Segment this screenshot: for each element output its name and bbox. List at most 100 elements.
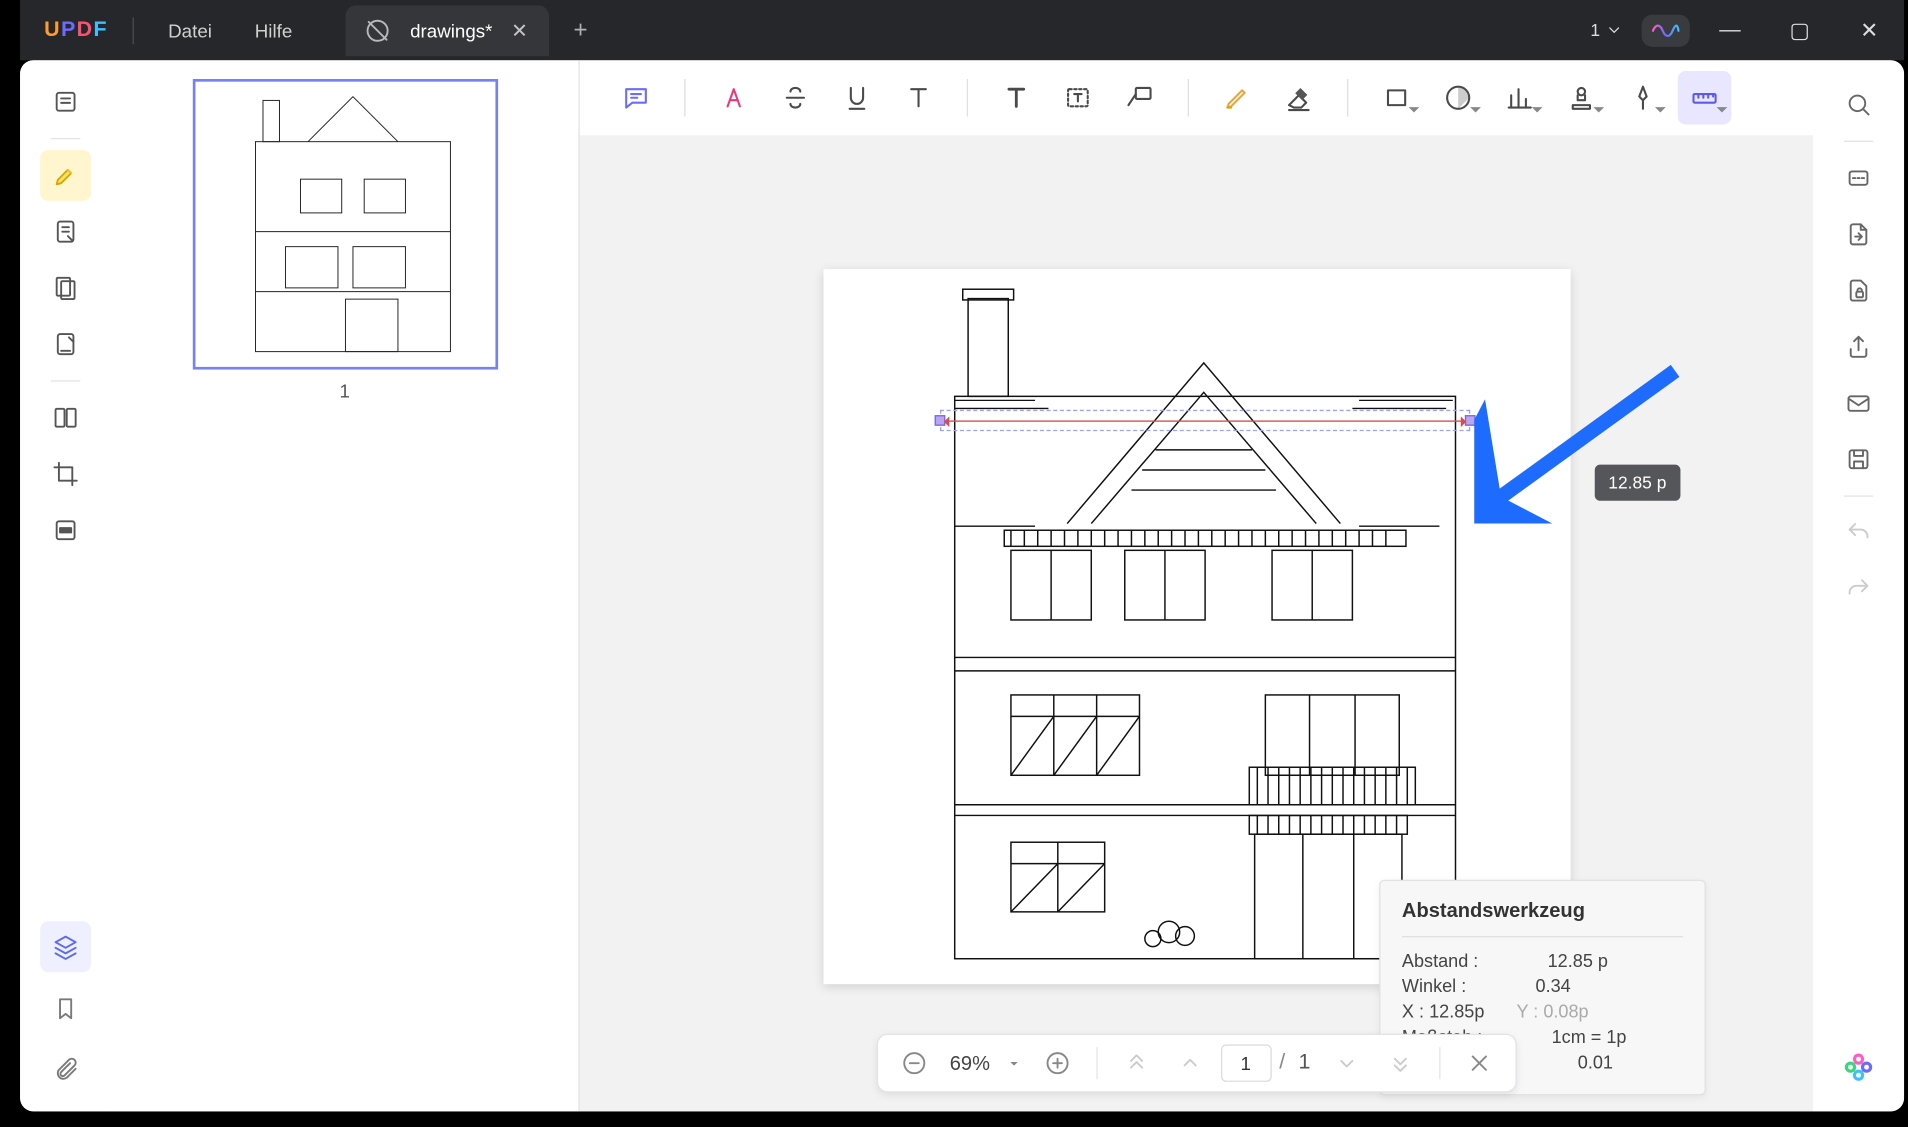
compare-icon bbox=[52, 404, 79, 431]
toolbar-separator bbox=[1347, 79, 1348, 116]
shape-tool[interactable] bbox=[1370, 71, 1424, 125]
page[interactable]: 12.85 p bbox=[823, 269, 1570, 984]
titlebar-page-number: 1 bbox=[1590, 20, 1600, 40]
save-button[interactable] bbox=[1833, 434, 1884, 485]
prev-page-button[interactable] bbox=[1167, 1040, 1213, 1086]
nav-separator bbox=[1096, 1047, 1097, 1079]
textbox-icon bbox=[1063, 83, 1092, 112]
rail-separator bbox=[51, 380, 80, 381]
tab-close-button[interactable]: ✕ bbox=[511, 18, 528, 42]
layers-icon bbox=[52, 933, 79, 960]
search-button[interactable] bbox=[1833, 79, 1884, 130]
titlebar-page-indicator[interactable]: 1 bbox=[1582, 20, 1631, 40]
ai-button[interactable] bbox=[1833, 1042, 1884, 1093]
highlight-tool[interactable] bbox=[707, 71, 761, 125]
toolbar-separator bbox=[1188, 79, 1189, 116]
zoom-dropdown[interactable]: 69% bbox=[944, 1052, 1026, 1075]
eraser-tool[interactable] bbox=[1272, 71, 1326, 125]
ocr-button[interactable] bbox=[1833, 153, 1884, 204]
window-maximize-button[interactable]: ▢ bbox=[1770, 0, 1829, 60]
convert-button[interactable] bbox=[1833, 209, 1884, 260]
callout-tool[interactable] bbox=[1113, 71, 1167, 125]
page-separator: / bbox=[1279, 1051, 1285, 1075]
scale-value: 1cm = 1p bbox=[1552, 1027, 1627, 1047]
stamp-icon bbox=[1567, 83, 1596, 112]
app-logo: UPDF bbox=[44, 18, 108, 42]
zoom-out-button[interactable] bbox=[891, 1040, 937, 1086]
undo-button[interactable] bbox=[1833, 507, 1884, 558]
crop-button[interactable] bbox=[40, 449, 91, 500]
pencil-icon bbox=[1223, 83, 1252, 112]
measure-line[interactable] bbox=[946, 420, 1463, 421]
chevron-down-icon bbox=[1605, 21, 1622, 38]
layers-button[interactable] bbox=[40, 921, 91, 972]
window-minimize-button[interactable]: — bbox=[1701, 0, 1760, 60]
left-tool-rail bbox=[20, 60, 111, 1111]
sticker-tool[interactable] bbox=[1431, 71, 1485, 125]
chevrons-up-icon bbox=[1123, 1050, 1150, 1077]
ocr-icon bbox=[1845, 165, 1872, 192]
last-page-button[interactable] bbox=[1377, 1040, 1423, 1086]
comment-mode-button[interactable] bbox=[40, 150, 91, 201]
image-tool[interactable] bbox=[1616, 71, 1670, 125]
next-page-button[interactable] bbox=[1324, 1040, 1370, 1086]
crop-icon bbox=[52, 461, 79, 488]
measure-tool[interactable] bbox=[1678, 71, 1732, 125]
edit-mode-button[interactable] bbox=[40, 206, 91, 257]
document-tab[interactable]: drawings* ✕ bbox=[346, 5, 550, 56]
chevron-up-icon bbox=[1176, 1050, 1203, 1077]
text-t-icon bbox=[904, 83, 933, 112]
share-button[interactable] bbox=[1833, 321, 1884, 372]
new-tab-button[interactable]: + bbox=[574, 16, 588, 44]
organize-mode-button[interactable] bbox=[40, 262, 91, 313]
form-icon bbox=[52, 331, 79, 358]
search-icon bbox=[1845, 91, 1872, 118]
attachments-button[interactable] bbox=[40, 1044, 91, 1095]
rail-separator bbox=[51, 138, 80, 139]
redact-button[interactable] bbox=[40, 505, 91, 556]
form-mode-button[interactable] bbox=[40, 319, 91, 370]
ai-assistant-button[interactable] bbox=[1642, 14, 1690, 46]
right-tool-rail bbox=[1813, 60, 1904, 1111]
stamp-tool[interactable] bbox=[1493, 71, 1547, 125]
thumbnail-page-number: 1 bbox=[130, 380, 560, 401]
panel-divider bbox=[1402, 936, 1683, 937]
zoom-in-button[interactable] bbox=[1034, 1040, 1080, 1086]
comment-tool[interactable] bbox=[609, 71, 663, 125]
comment-icon bbox=[621, 83, 650, 112]
textbox-tool[interactable] bbox=[1051, 71, 1105, 125]
email-button[interactable] bbox=[1833, 378, 1884, 429]
reader-mode-button[interactable] bbox=[40, 76, 91, 127]
text-tool[interactable] bbox=[990, 71, 1044, 125]
distance-value: 12.85 p bbox=[1548, 951, 1608, 971]
compare-button[interactable] bbox=[40, 392, 91, 443]
save-icon bbox=[1845, 446, 1872, 473]
typewriter-icon bbox=[1002, 83, 1031, 112]
chart-icon bbox=[1505, 83, 1534, 112]
menu-help[interactable]: Hilfe bbox=[233, 19, 313, 40]
angle-value: 0.34 bbox=[1536, 976, 1571, 996]
angle-label: Winkel : bbox=[1402, 976, 1466, 996]
window-close-button[interactable]: ✕ bbox=[1840, 0, 1899, 60]
tab-title: drawings* bbox=[410, 19, 492, 40]
current-page-input[interactable] bbox=[1220, 1044, 1271, 1081]
minus-circle-icon bbox=[900, 1050, 927, 1077]
page-thumbnail[interactable] bbox=[192, 79, 497, 369]
thumbnail-drawing bbox=[195, 82, 495, 367]
precision-value: 0.01 bbox=[1578, 1052, 1613, 1072]
menu-file[interactable]: Datei bbox=[147, 19, 234, 40]
redo-button[interactable] bbox=[1833, 564, 1884, 615]
first-page-button[interactable] bbox=[1113, 1040, 1159, 1086]
sign-pen-icon bbox=[1628, 83, 1657, 112]
strikethrough-tool[interactable] bbox=[769, 71, 823, 125]
distance-panel-title: Abstandswerkzeug bbox=[1402, 900, 1683, 923]
underline-tool[interactable] bbox=[830, 71, 884, 125]
pencil-tool[interactable] bbox=[1210, 71, 1264, 125]
close-nav-button[interactable] bbox=[1456, 1040, 1502, 1086]
bookmarks-button[interactable] bbox=[40, 983, 91, 1034]
squiggly-tool[interactable] bbox=[892, 71, 946, 125]
signature-tool[interactable] bbox=[1555, 71, 1609, 125]
document-canvas[interactable]: 12.85 p Abstandswerkzeug Abstand : 12.85… bbox=[580, 135, 1813, 1111]
plus-circle-icon bbox=[1044, 1050, 1071, 1077]
protect-button[interactable] bbox=[1833, 265, 1884, 316]
